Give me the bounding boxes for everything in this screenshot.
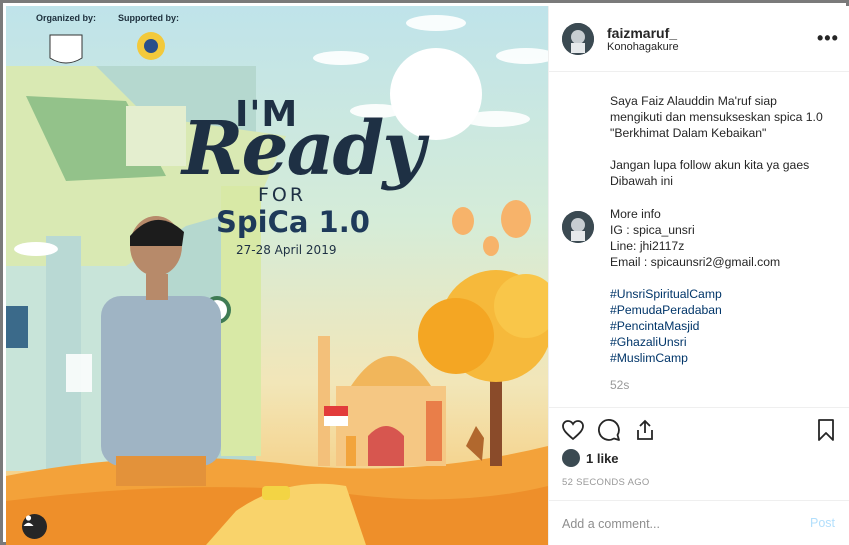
action-bar <box>549 407 849 455</box>
tagged-user-icon[interactable] <box>22 514 47 539</box>
comments-section: Saya Faiz Alauddin Ma'ruf siap mengikuti… <box>549 73 849 407</box>
post-comment-button[interactable]: Post <box>810 516 835 530</box>
comment-line: IG : spica_unsri <box>610 223 695 237</box>
comment-body: More info IG : spica_unsri Line: jhi2117… <box>610 206 830 366</box>
hashtag-link[interactable]: #UnsriSpiritualCamp <box>610 286 830 302</box>
organized-by-label: Organized by: <box>36 13 97 23</box>
location-link[interactable]: Konohagakure <box>607 41 679 53</box>
caption-paragraph: Saya Faiz Alauddin Ma'ruf siap mengikuti… <box>610 94 823 140</box>
profile-avatar[interactable] <box>562 23 594 55</box>
heart-icon[interactable] <box>561 418 585 442</box>
post-header: faizmaruf_ Konohagakure ••• <box>549 6 849 72</box>
instagram-post-modal: Organized by: Supported by: I'M Ready FO… <box>0 0 849 545</box>
comment-time: 52s <box>610 378 630 392</box>
poster-illustration <box>6 15 548 545</box>
hashtag-link[interactable]: #PemudaPeradaban <box>610 302 830 318</box>
poster-title-for: FOR <box>258 184 307 206</box>
hashtag-link[interactable]: #PencintaMasjid <box>610 318 830 334</box>
comment-line: More info <box>610 207 661 221</box>
likes-count[interactable]: 1 like <box>586 451 619 466</box>
comment-line: Line: jhi2117z <box>610 239 685 253</box>
poster-event-date: 27-28 April 2019 <box>236 243 337 257</box>
post-image[interactable]: Organized by: Supported by: I'M Ready FO… <box>6 6 548 545</box>
bookmark-icon[interactable] <box>814 418 838 442</box>
hashtag-link[interactable]: #MuslimCamp <box>610 350 830 366</box>
comment-avatar[interactable] <box>562 211 594 243</box>
username-link[interactable]: faizmaruf_ <box>607 25 677 41</box>
comment-line: Email : spicaunsri2@gmail.com <box>610 255 781 269</box>
more-options-icon[interactable]: ••• <box>817 28 839 49</box>
supported-by-label: Supported by: <box>118 13 179 23</box>
post-details-panel: faizmaruf_ Konohagakure ••• Saya Faiz Al… <box>548 6 849 545</box>
hashtag-link[interactable]: #GhazaliUnsri <box>610 334 830 350</box>
add-comment-input[interactable] <box>562 515 792 533</box>
comment-icon[interactable] <box>597 418 621 442</box>
post-timestamp: 52 SECONDS AGO <box>562 477 650 488</box>
liker-avatar <box>562 449 580 467</box>
poster-title-ready: Ready <box>182 106 425 192</box>
caption-paragraph: Jangan lupa follow akun kita ya gaes Dib… <box>610 158 810 188</box>
post-caption: Saya Faiz Alauddin Ma'ruf siap mengikuti… <box>610 93 830 205</box>
poster-title-spica: SpiCa 1.0 <box>216 205 370 239</box>
add-comment-section: Post <box>549 500 849 545</box>
share-icon[interactable] <box>633 418 657 442</box>
